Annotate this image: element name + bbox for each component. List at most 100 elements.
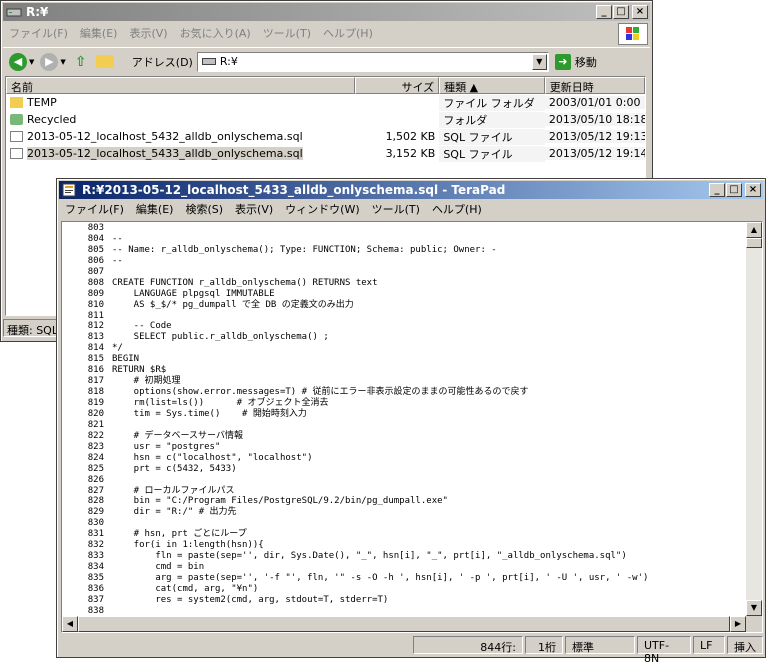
code-line[interactable]: 806 -- [62,256,746,267]
horizontal-scrollbar[interactable]: ◀ ▶ [62,616,746,632]
code-line[interactable]: 805 -- Name: r_alldb_onlyschema(); Type: … [62,245,746,256]
code-line[interactable]: 804 -- [62,234,746,245]
size-grip[interactable] [746,616,762,632]
menu-help[interactable]: ヘルプ(H) [426,201,488,217]
code-line[interactable]: 811 [62,311,746,322]
line-number: 811 [87,310,104,321]
maximize-button[interactable]: □ [613,5,629,19]
close-button[interactable]: × [745,183,761,197]
go-button[interactable]: ➜ 移動 [554,53,597,70]
forward-icon[interactable]: ▶ [40,52,59,71]
file-row-selected[interactable]: 2013-05-12_localhost_5433_alldb_onlysche… [6,145,645,162]
close-button[interactable]: × [632,5,648,19]
menu-view[interactable]: 表示(V) [123,25,173,41]
code-line[interactable]: 831 # hsn, prt ごとにループ [62,529,746,540]
code-line[interactable]: 815 BEGIN [62,354,746,365]
line-number: 803 [87,223,104,233]
column-size[interactable]: サイズ [355,77,440,94]
back-icon[interactable]: ◀ [9,52,27,71]
line-number: 820 [87,408,104,419]
line-number: 812 [87,321,104,332]
code-line[interactable]: 824 hsn = c("localhost", "localhost") [62,453,746,464]
horizontal-scroll-thumb[interactable] [78,616,730,632]
code-line[interactable]: 810 AS $_$/* pg_dumpall で全 DB の定義文のみ出力 [62,300,746,311]
scroll-right-icon[interactable]: ▶ [730,616,746,632]
menu-window[interactable]: ウィンドウ(W) [279,201,365,217]
forward-dropdown-icon[interactable]: ▼ [60,58,65,66]
code-line[interactable]: 830 [62,518,746,529]
code-line[interactable]: 813 SELECT public.r_alldb_onlyschema() ; [62,332,746,343]
line-text: */ [112,343,123,354]
code-line[interactable]: 821 [62,420,746,431]
code-line[interactable]: 812 -- Code [62,321,746,332]
vertical-scroll-thumb[interactable] [746,238,762,248]
scroll-down-icon[interactable]: ▼ [746,600,762,616]
file-row[interactable]: TEMP ファイル フォルダ 2003/01/01 0:00 [6,94,645,111]
file-type: SQL ファイル [439,128,545,145]
column-name[interactable]: 名前 [6,77,356,94]
line-text: cmd = bin [112,562,205,573]
code-line[interactable]: 817 # 初期処理 [62,376,746,387]
code-line[interactable]: 819 rm(list=ls()) # オブジェクト全消去 [62,398,746,409]
code-line[interactable]: 834 cmd = bin [62,562,746,573]
code-line[interactable]: 838 [62,606,746,616]
code-line[interactable]: 814 */ [62,343,746,354]
code-line[interactable]: 833 fln = paste(sep='', dir, Sys.Date(),… [62,551,746,562]
code-line[interactable]: 829 dir = "R:/" # 出力先 [62,507,746,518]
code-line[interactable]: 823 usr = "postgres" [62,442,746,453]
code-line[interactable]: 835 arg = paste(sep='', '-f "', fln, '" … [62,573,746,584]
up-folder-icon[interactable]: ⇧ [72,53,90,71]
code-line[interactable]: 825 prt = c(5432, 5433) [62,464,746,475]
menu-help[interactable]: ヘルプ(H) [317,25,379,41]
back-dropdown-icon[interactable]: ▼ [29,58,34,66]
code-line[interactable]: 820 tim = Sys.time() # 開始時刻入力 [62,409,746,420]
line-number: 837 [87,594,104,605]
terapad-titlebar[interactable]: R:¥2013-05-12_localhost_5433_alldb_onlys… [59,181,763,199]
file-row[interactable]: Recycled フォルダ 2013/05/10 18:18 [6,111,645,128]
line-number: 813 [87,332,104,343]
code-line[interactable]: 828 bin = "C:/Program Files/PostgreSQL/9… [62,496,746,507]
menu-file[interactable]: ファイル(F) [3,25,74,41]
menu-tools[interactable]: ツール(T) [257,25,317,41]
address-dropdown-icon[interactable]: ▼ [531,53,547,70]
code-line[interactable]: 803 [62,223,746,234]
code-line[interactable]: 837 res = system2(cmd, arg, stdout=T, st… [62,595,746,606]
scroll-up-icon[interactable]: ▲ [746,222,762,238]
file-type: ファイル フォルダ [439,94,545,111]
menu-edit[interactable]: 編集(E) [74,25,124,41]
folders-icon[interactable] [95,55,114,68]
explorer-titlebar[interactable]: R:¥ _ □ × [3,3,650,21]
menu-edit[interactable]: 編集(E) [130,201,180,217]
drive-icon [201,58,216,65]
scroll-left-icon[interactable]: ◀ [62,616,78,632]
code-line[interactable]: 836 cat(cmd, arg, "¥n") [62,584,746,595]
vertical-scrollbar[interactable]: ▲ ▼ [746,222,762,616]
minimize-button[interactable]: _ [596,5,612,19]
code-line[interactable]: 818 options(show.error.messages=T) # 従前に… [62,387,746,398]
code-line[interactable]: 807 [62,267,746,278]
code-line[interactable]: 827 # ローカルファイルパス [62,486,746,497]
maximize-button[interactable]: □ [726,183,742,197]
line-text: SELECT public.r_alldb_onlyschema() ; [112,332,329,343]
file-date: 2013/05/12 19:14 [544,147,645,160]
code-line[interactable]: 809 LANGUAGE plpgsql IMMUTABLE [62,289,746,300]
code-editor[interactable]: 803 804 -- 805 -- Name: r_alldb_onlyschema()… [62,222,746,616]
address-bar[interactable]: R:¥ ▼ [196,51,549,72]
status-column: 1桁 [525,636,563,654]
code-line[interactable]: 822 # データベースサーバ情報 [62,431,746,442]
menu-favorites[interactable]: お気に入り(A) [174,25,257,41]
menu-search[interactable]: 検索(S) [179,201,229,217]
column-type[interactable]: 種類 ▲ [439,77,545,94]
file-row[interactable]: 2013-05-12_localhost_5432_alldb_onlysche… [6,128,645,145]
line-number: 822 [87,430,104,441]
menu-tools[interactable]: ツール(T) [366,201,426,217]
line-text: for(i in 1:length(hsn)){ [112,540,264,551]
code-line[interactable]: 808 CREATE FUNCTION r_alldb_onlyschema() … [62,278,746,289]
code-line[interactable]: 826 [62,475,746,486]
code-line[interactable]: 832 for(i in 1:length(hsn)){ [62,540,746,551]
code-line[interactable]: 816 RETURN $R$ [62,365,746,376]
menu-file[interactable]: ファイル(F) [59,201,130,217]
minimize-button[interactable]: _ [709,183,725,197]
column-date[interactable]: 更新日時 [544,77,645,94]
menu-view[interactable]: 表示(V) [229,201,279,217]
